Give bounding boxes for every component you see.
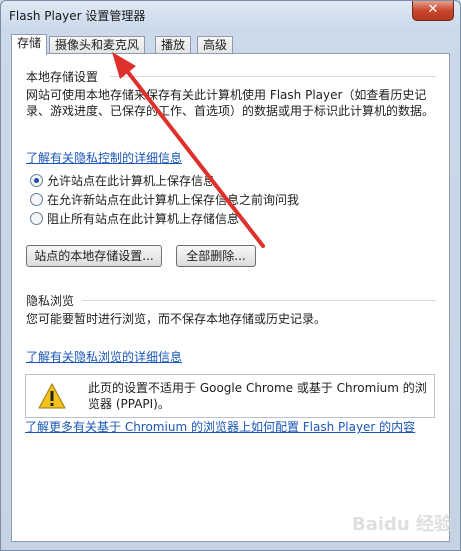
watermark-logo: Baidu 经验 [351,514,452,535]
tab-storage[interactable]: 存储 [11,34,48,55]
tab-camera-microphone[interactable]: 摄像头和麦克风 [49,36,146,54]
divider [82,300,436,301]
radio-ask[interactable]: 在允许新站点在此计算机上保存信息之前询问我 [30,192,299,208]
radio-button-checked[interactable] [30,174,43,187]
storage-panel: 本地存储设置 网站可使用本地存储来保存有关此计算机使用 Flash Player… [11,53,450,542]
site-storage-settings-button[interactable]: 站点的本地存储设置... [26,245,162,267]
radio-block[interactable]: 阻止所有站点在此计算机上存储信息 [30,211,239,227]
private-browsing-description: 您可能要暂时进行浏览，而不保存本地存储或历史记录。 [26,312,327,326]
settings-window: Flash Player 设置管理器 ✕ 存储 摄像头和麦克风 播放 高级 本地… [0,0,461,551]
warning-text: 此页的设置不适用于 Google Chrome 或基于 Chromium 的浏览… [88,381,427,411]
radio-button[interactable] [30,212,43,225]
chrome-warning-box: 此页的设置不适用于 Google Chrome 或基于 Chromium 的浏览… [25,374,435,418]
radio-allow[interactable]: 允许站点在此计算机上保存信息 [30,173,215,189]
close-button[interactable]: ✕ [412,1,454,21]
chromium-config-link[interactable]: 了解更多有关基于 Chromium 的浏览器上如何配置 Flash Player… [25,418,415,435]
warning-icon [38,383,66,409]
radio-button[interactable] [30,193,43,206]
local-storage-description: 网站可使用本地存储来保存有关此计算机使用 Flash Player（如查看历史记… [26,88,435,118]
private-browsing-link[interactable]: 了解有关隐私浏览的详细信息 [26,348,182,365]
window-title: Flash Player 设置管理器 [9,9,146,23]
delete-all-button[interactable]: 全部删除... [176,245,256,267]
private-browsing-heading: 隐私浏览 [26,294,75,308]
divider [110,76,436,77]
privacy-controls-link[interactable]: 了解有关隐私控制的详细信息 [26,149,182,166]
tab-playback[interactable]: 播放 [155,36,192,54]
local-storage-heading: 本地存储设置 [26,70,99,84]
tab-advanced[interactable]: 高级 [197,36,234,54]
